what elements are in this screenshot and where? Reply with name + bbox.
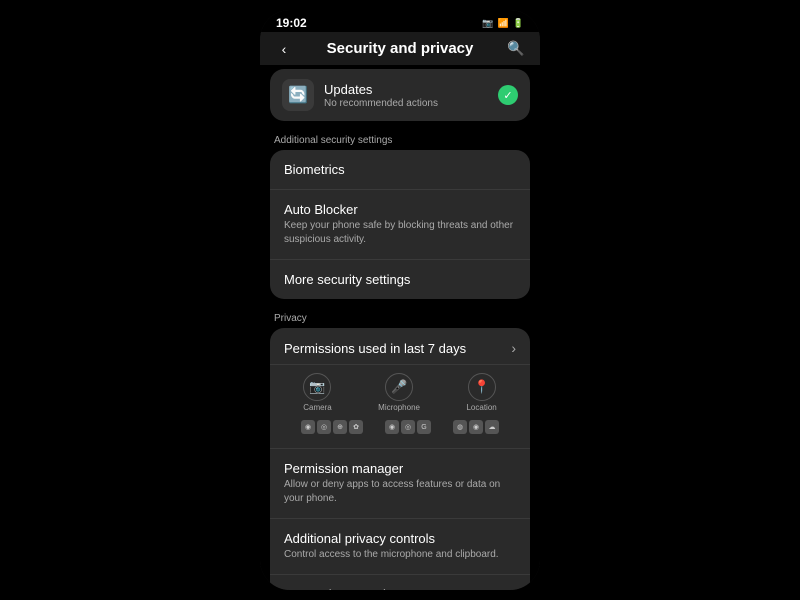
search-button[interactable]: 🔍	[506, 40, 526, 57]
permission-manager-subtitle: Allow or deny apps to access features or…	[284, 478, 516, 506]
auto-blocker-item[interactable]: Auto Blocker Keep your phone safe by blo…	[270, 190, 530, 260]
biometrics-item[interactable]: Biometrics	[270, 150, 530, 190]
permission-manager-title: Permission manager	[284, 461, 516, 476]
phone-frame: 19:02 📷 📶 🔋 ‹ Security and privacy 🔍 🔄 U…	[260, 10, 540, 590]
updates-text-wrap: Updates No recommended actions	[324, 82, 438, 109]
top-bar: ‹ Security and privacy 🔍	[260, 32, 540, 65]
location-perm-label: Location	[466, 403, 496, 412]
more-privacy-item[interactable]: More privacy settings	[270, 575, 530, 590]
status-time: 19:02	[276, 16, 307, 30]
microphone-perm-item[interactable]: 🎤 Microphone	[378, 373, 420, 412]
updates-icon-wrap: 🔄	[282, 79, 314, 111]
scroll-content[interactable]: 🔄 Updates No recommended actions ✓ Addit…	[260, 65, 540, 590]
battery-icon: 🔋	[513, 18, 524, 29]
app-icon-3: ⊕	[333, 420, 347, 434]
additional-security-label: Additional security settings	[260, 129, 540, 150]
location-perm-item[interactable]: 📍 Location	[466, 373, 496, 412]
app-icon-4: ✿	[349, 420, 363, 434]
auto-blocker-subtitle: Keep your phone safe by blocking threats…	[284, 219, 516, 247]
mic-app-icon-2: ◎	[401, 420, 415, 434]
microphone-perm-icon: 🎤	[385, 373, 413, 401]
camera-apps-group: ◉ ◎ ⊕ ✿	[301, 420, 363, 434]
location-perm-icon: 📍	[468, 373, 496, 401]
loc-apps-group: ◍ ◉ ☁	[453, 420, 499, 434]
camera-perm-label: Camera	[303, 403, 331, 412]
chevron-right-icon: ›	[511, 340, 516, 356]
wifi-icon: 📶	[498, 18, 509, 29]
additional-privacy-title: Additional privacy controls	[284, 531, 516, 546]
back-button[interactable]: ‹	[274, 41, 294, 57]
loc-app-icon-2: ◉	[469, 420, 483, 434]
privacy-label: Privacy	[260, 307, 540, 328]
loc-app-icon-3: ☁	[485, 420, 499, 434]
status-icons: 📷 📶 🔋	[482, 18, 524, 29]
camera-perm-icon: 📷	[303, 373, 331, 401]
more-security-title: More security settings	[284, 272, 516, 287]
mic-apps-group: ◉ ◎ G	[385, 420, 431, 434]
app-icon-1: ◉	[301, 420, 315, 434]
perm-icons-row: 📷 Camera 🎤 Microphone 📍 Location	[280, 373, 520, 412]
security-settings-card: Biometrics Auto Blocker Keep your phone …	[270, 150, 530, 299]
permissions-card: Permissions used in last 7 days › 📷 Came…	[270, 328, 530, 590]
microphone-perm-label: Microphone	[378, 403, 420, 412]
updates-subtitle: No recommended actions	[324, 98, 438, 109]
camera-perm-item[interactable]: 📷 Camera	[303, 373, 331, 412]
more-security-item[interactable]: More security settings	[270, 260, 530, 299]
updates-title: Updates	[324, 82, 438, 97]
auto-blocker-title: Auto Blocker	[284, 202, 516, 217]
permissions-header[interactable]: Permissions used in last 7 days ›	[270, 328, 530, 365]
updates-card[interactable]: 🔄 Updates No recommended actions ✓	[270, 69, 530, 121]
loc-app-icon-1: ◍	[453, 420, 467, 434]
page-title: Security and privacy	[294, 40, 506, 57]
permissions-icons-section: 📷 Camera 🎤 Microphone 📍 Location	[270, 365, 530, 449]
biometrics-title: Biometrics	[284, 162, 516, 177]
perm-apps-row: ◉ ◎ ⊕ ✿ ◉ ◎ G ◍ ◉ ☁	[280, 416, 520, 440]
camera-status-icon: 📷	[482, 18, 493, 29]
additional-privacy-item[interactable]: Additional privacy controls Control acce…	[270, 519, 530, 575]
permission-manager-item[interactable]: Permission manager Allow or deny apps to…	[270, 449, 530, 519]
mic-app-icon-1: ◉	[385, 420, 399, 434]
more-privacy-title: More privacy settings	[284, 587, 516, 590]
mic-app-icon-3: G	[417, 420, 431, 434]
app-icon-2: ◎	[317, 420, 331, 434]
updates-left: 🔄 Updates No recommended actions	[282, 79, 438, 111]
status-bar: 19:02 📷 📶 🔋	[260, 10, 540, 32]
updates-icon: 🔄	[288, 85, 308, 105]
additional-privacy-subtitle: Control access to the microphone and cli…	[284, 548, 516, 562]
permissions-header-title: Permissions used in last 7 days	[284, 341, 466, 356]
check-circle-icon: ✓	[498, 85, 518, 105]
